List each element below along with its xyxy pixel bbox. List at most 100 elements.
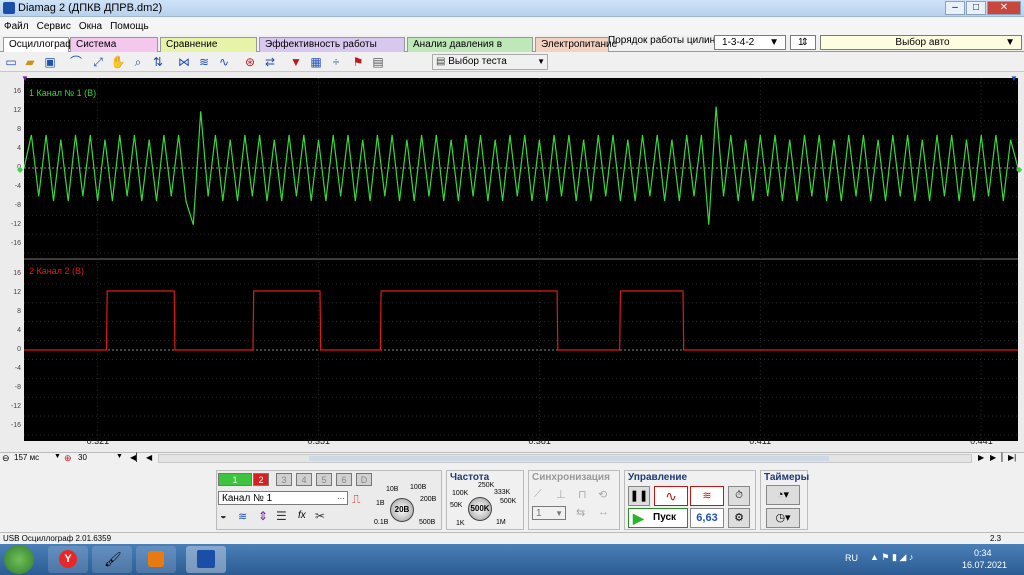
filter-wave-icon[interactable]: ≋ [238, 510, 247, 523]
rpm-icon[interactable]: ⊛ [242, 54, 258, 70]
taskbar-paint[interactable]: 🖌 [92, 546, 132, 573]
menu-windows[interactable]: Окна [75, 21, 106, 32]
taskbar-browser[interactable]: Y [48, 546, 88, 573]
scroll-play-icon[interactable]: ▶| [1008, 453, 1016, 462]
pulse-icon[interactable]: ⊓ [578, 488, 587, 501]
multi-wave-button[interactable]: ≋ [690, 486, 724, 506]
pause-button[interactable]: ❚❚ [628, 486, 650, 506]
tab-cylinder-compare[interactable]: Сравнение цилиндров [160, 37, 257, 64]
start-button[interactable]: ▶ Пуск [628, 508, 688, 528]
auto-button[interactable]: ⏱ [728, 486, 750, 506]
control-value[interactable]: 6,63 [690, 508, 724, 528]
taskbar-media[interactable] [136, 546, 176, 573]
timer-2-button[interactable]: ◷▾ [766, 508, 800, 528]
scale-icon[interactable]: ⇕ [258, 509, 268, 523]
clock-time[interactable]: 0:34 [974, 548, 992, 558]
menu-help[interactable]: Помощь [106, 21, 153, 32]
y-tick-label: -4 [14, 182, 21, 190]
zoom-out-icon[interactable]: ⊖ [2, 453, 10, 464]
spectrum-icon[interactable]: ∿ [216, 54, 232, 70]
voltage-knob[interactable]: 20В [390, 498, 414, 522]
channel-5-button[interactable]: 5 [316, 473, 332, 486]
close-button[interactable]: ✕ [987, 1, 1021, 15]
scope-plot[interactable]: 1 Канал № 1 (В) 2 Канал 2 (В) [23, 78, 1019, 441]
tab-cylinder-efficiency[interactable]: Эффективность работы цилиндров [259, 37, 405, 64]
sync-channel-select[interactable]: 1 ▼ [532, 506, 566, 520]
info-button[interactable]: ⚙ [728, 508, 750, 528]
marker-filter-icon[interactable]: ▼ [288, 54, 304, 70]
taskbar-diamag[interactable] [186, 546, 226, 573]
minimize-button[interactable]: – [945, 1, 965, 15]
auto-sync-icon[interactable]: ⟲ [598, 488, 607, 501]
zoom-in-icon[interactable]: ⊕ [64, 453, 72, 464]
count-value[interactable]: 30 [78, 453, 87, 462]
y-tick-label: -8 [14, 383, 21, 391]
invert-icon[interactable]: ◒ [220, 510, 227, 522]
channel-2-button[interactable]: 2 [253, 473, 269, 486]
y-tick-label: 8 [17, 308, 21, 316]
scroll-start-icon[interactable]: ◀▏ [130, 453, 142, 462]
time-scrollbar[interactable] [158, 454, 972, 463]
channel1-trigger-marker[interactable]: ◆ [1016, 165, 1022, 174]
scrollbar-thumb[interactable] [309, 456, 829, 461]
language-indicator[interactable]: RU [845, 553, 858, 563]
y-tick-label: -16 [10, 421, 21, 429]
timer-1-button[interactable]: ◔▾ [766, 485, 800, 505]
save-icon[interactable]: ▣ [42, 54, 58, 70]
paint-icon: 🖌 [104, 551, 122, 567]
notes-icon[interactable]: ▤ [370, 54, 386, 70]
tab-oscilloscope[interactable]: Осциллограф [3, 37, 73, 52]
tools-icon[interactable]: ✂ [315, 509, 325, 523]
start-button[interactable] [4, 545, 34, 574]
open-folder-icon[interactable]: ▰ [22, 54, 38, 70]
menu-service[interactable]: Сервис [33, 21, 75, 32]
test-select[interactable]: ▤ Выбор теста ▼ [432, 54, 548, 70]
tab-power[interactable]: Электропитание [535, 37, 617, 52]
hand-icon[interactable]: ✋ [110, 54, 126, 70]
channel-d-button[interactable]: D [356, 473, 372, 486]
rise-edge-icon[interactable]: ⟋ [534, 488, 542, 501]
time-value[interactable]: 157 мс [14, 453, 39, 462]
cursor-marker-1[interactable]: ▼ [21, 74, 29, 83]
maximize-button[interactable]: □ [966, 1, 986, 15]
probe-icon[interactable]: ⎍ [352, 492, 360, 507]
sync-shift-icon[interactable]: ↔ [598, 506, 609, 518]
zoom-icon[interactable]: ⌕ [130, 54, 146, 70]
channel-4-button[interactable]: 4 [296, 473, 312, 486]
tab-pressure[interactable]: Анализ давления в цилиндре [407, 37, 533, 64]
flag-icon[interactable]: ⚑ [350, 54, 366, 70]
scroll-end-icon[interactable]: ▶▕ [990, 453, 1002, 462]
chevron-down-icon[interactable]: ▼ [116, 453, 123, 460]
split-icon[interactable]: ÷ [328, 54, 344, 70]
channel-name-field[interactable]: Канал № 1 ··· [218, 491, 348, 505]
sine-mode-button[interactable]: ∿ [654, 486, 688, 506]
lines-icon[interactable]: ☰ [276, 509, 287, 523]
channel-1-button[interactable]: 1 [218, 473, 252, 486]
menu-file[interactable]: Файл [0, 21, 33, 32]
scroll-right-icon[interactable]: ▶ [978, 453, 984, 462]
play-icon: ▶ [633, 510, 644, 526]
sync-icon[interactable]: ⇄ [262, 54, 278, 70]
measure-icon[interactable]: ⤢ [90, 54, 106, 70]
table-icon[interactable]: ▦ [308, 54, 324, 70]
new-file-icon[interactable]: ▭ [3, 54, 19, 70]
y-tick-label: -4 [14, 364, 21, 372]
channel1-offset-marker[interactable]: ◆ [17, 165, 23, 174]
tray-icons[interactable]: ▲ ⚑ ▮ ◢ ♪ [870, 552, 913, 563]
scroll-left-icon[interactable]: ◀ [146, 453, 152, 462]
sync-level-icon[interactable]: ⇆ [576, 506, 585, 519]
fit-icon[interactable]: ⇅ [150, 54, 166, 70]
channel-3-button[interactable]: 3 [276, 473, 292, 486]
fall-edge-icon[interactable]: ⊥ [556, 488, 566, 501]
filter-icon[interactable]: ⋈ [176, 54, 192, 70]
channel-6-button[interactable]: 6 [336, 473, 352, 486]
chevron-down-icon[interactable]: ▼ [54, 453, 61, 460]
function-icon[interactable]: fx [298, 510, 306, 521]
frequency-knob[interactable]: 500K [468, 497, 492, 521]
wave-icon[interactable]: ≋ [196, 54, 212, 70]
clock-date[interactable]: 16.07.2021 [962, 560, 1007, 570]
cursor-icon[interactable]: ⌒ [68, 54, 84, 70]
tab-ignition[interactable]: Система зажигания [70, 37, 158, 64]
cursor-marker-2[interactable]: ▼ [1010, 74, 1018, 83]
window-title: Diamag 2 (ДПКВ ДПРВ.dm2) [18, 2, 163, 14]
